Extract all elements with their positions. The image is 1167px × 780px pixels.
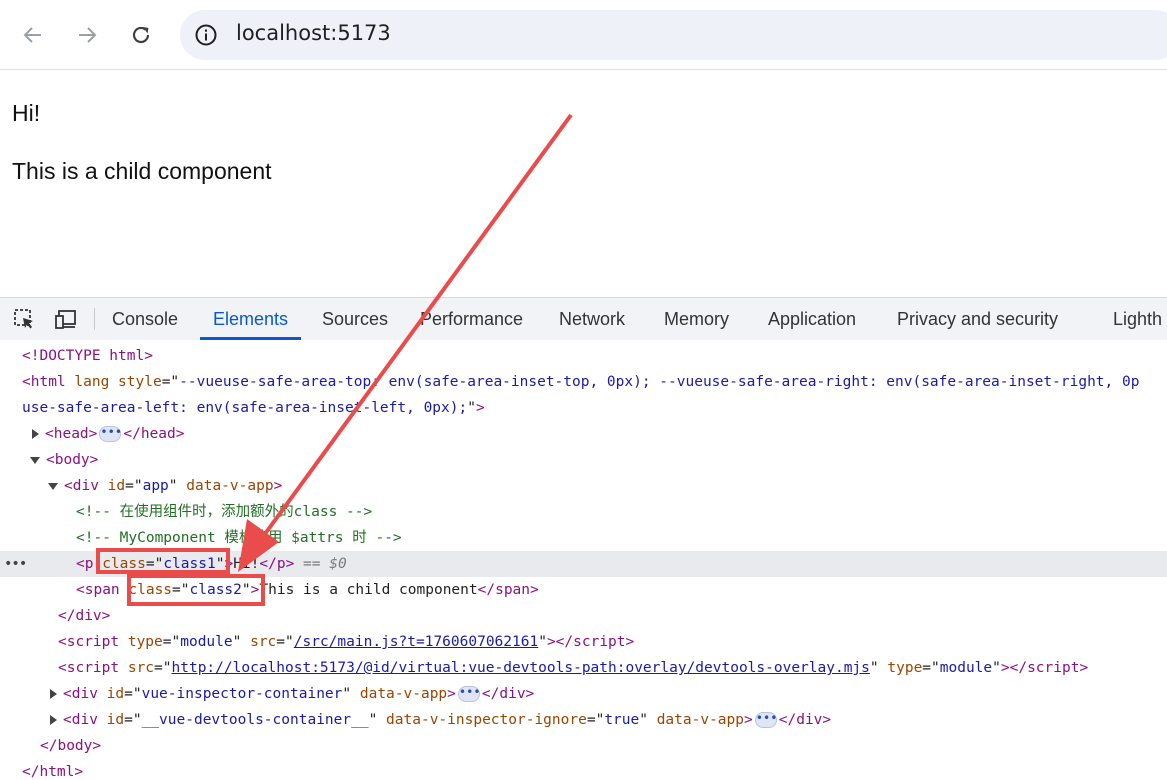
url-text[interactable]: localhost:5173 — [236, 21, 391, 45]
html-style-value-2: use-safe-area-left: env(safe-area-inset-… — [22, 400, 468, 416]
comment-text-1: <!-- 在使用组件时，添加额外的class --> — [76, 504, 373, 520]
ellipsis-icon[interactable]: ••• — [99, 426, 122, 442]
inspector-id-value: vue-inspector-container — [141, 686, 343, 702]
dom-html-open[interactable]: <html lang style="--vueuse-safe-area-top… — [0, 369, 1167, 395]
toolbar-separator — [94, 308, 95, 330]
devtools-overlay-link[interactable]: http://localhost:5173/@id/virtual:vue-de… — [172, 660, 870, 676]
expand-triangle-icon[interactable] — [50, 689, 57, 699]
dom-div-close[interactable]: </div> — [0, 603, 1167, 629]
reload-icon — [132, 26, 150, 44]
info-icon[interactable] — [194, 23, 218, 47]
app-id-value: app — [142, 478, 169, 494]
tab-sources[interactable]: Sources — [322, 298, 388, 340]
dom-script-main[interactable]: <script type="module" src="/src/main.js?… — [0, 629, 1167, 655]
p-text-node: Hi! — [233, 556, 260, 572]
page-content: Hi! This is a child component — [0, 70, 1167, 296]
tab-memory[interactable]: Memory — [664, 298, 729, 340]
dom-comment-1[interactable]: <!-- 在使用组件时，添加额外的class --> — [0, 499, 1167, 525]
dom-div-app[interactable]: <div id="app" data-v-app> — [0, 473, 1167, 499]
html-style-value-1: --vueuse-safe-area-top: env(safe-area-in… — [179, 374, 1140, 390]
comment-text-2: <!-- MyComponent 模板使用 $attrs 时 --> — [76, 530, 402, 546]
back-button[interactable] — [16, 18, 50, 52]
dom-doctype[interactable]: <!DOCTYPE html> — [0, 343, 1167, 369]
device-toolbar-icon[interactable] — [54, 307, 78, 331]
dom-head[interactable]: <head> •••</head> — [0, 421, 1167, 447]
ellipsis-icon[interactable]: ••• — [457, 686, 481, 702]
highlight-box-class1 — [96, 548, 230, 574]
tab-lighthouse[interactable]: Lighth — [1113, 298, 1162, 340]
tab-application[interactable]: Application — [768, 298, 856, 340]
dom-script-devtools[interactable]: <script src="http://localhost:5173/@id/v… — [0, 655, 1167, 681]
back-arrow-icon — [23, 27, 41, 43]
doctype-text: <!DOCTYPE html> — [22, 348, 153, 364]
tab-performance[interactable]: Performance — [420, 298, 523, 340]
dollar0-marker: == $0 — [303, 556, 347, 572]
collapse-triangle-icon[interactable] — [30, 456, 40, 464]
forward-button[interactable] — [70, 18, 104, 52]
tab-console[interactable]: Console — [112, 298, 178, 340]
inspector-ignore-value: true — [604, 712, 640, 728]
greeting-paragraph: Hi! — [12, 100, 41, 126]
script-type-value: module — [180, 634, 233, 650]
dom-inspector-container[interactable]: <div id="vue-inspector-container" data-v… — [0, 681, 1167, 707]
dom-devtools-container[interactable]: <div id="__vue-devtools-container__" dat… — [0, 707, 1167, 733]
dom-html-close[interactable]: </html> — [0, 759, 1167, 780]
tab-privacy-security[interactable]: Privacy and security — [897, 298, 1058, 340]
collapse-triangle-icon[interactable] — [48, 482, 58, 490]
dom-body[interactable]: <body> — [0, 447, 1167, 473]
inspect-element-icon[interactable] — [12, 307, 36, 331]
dom-body-close[interactable]: </body> — [0, 733, 1167, 759]
address-bar[interactable]: localhost:5173 — [180, 10, 1167, 60]
tab-network[interactable]: Network — [559, 298, 625, 340]
span-text-node: This is a child component — [259, 582, 478, 598]
reload-button[interactable] — [124, 18, 158, 52]
highlight-box-class2 — [127, 574, 265, 606]
devtools-container-id-value: __vue-devtools-container__ — [141, 712, 369, 728]
dom-html-open-wrap[interactable]: use-safe-area-left: env(safe-area-inset-… — [0, 395, 1167, 421]
browser-toolbar: localhost:5173 — [0, 0, 1167, 70]
ellipsis-icon[interactable]: ••• — [754, 712, 777, 728]
script-type-value: module — [939, 660, 993, 676]
child-component-text: This is a child component — [12, 158, 272, 184]
more-options-icon[interactable]: ••• — [4, 551, 27, 577]
expand-triangle-icon[interactable] — [32, 429, 39, 439]
tab-elements[interactable]: Elements — [199, 298, 302, 340]
script-src-link[interactable]: /src/main.js?t=1760607062161 — [294, 634, 538, 650]
forward-arrow-icon — [79, 27, 97, 43]
expand-triangle-icon[interactable] — [50, 715, 57, 725]
devtools-tabbar: Console Elements Sources Performance Net… — [0, 297, 1167, 341]
